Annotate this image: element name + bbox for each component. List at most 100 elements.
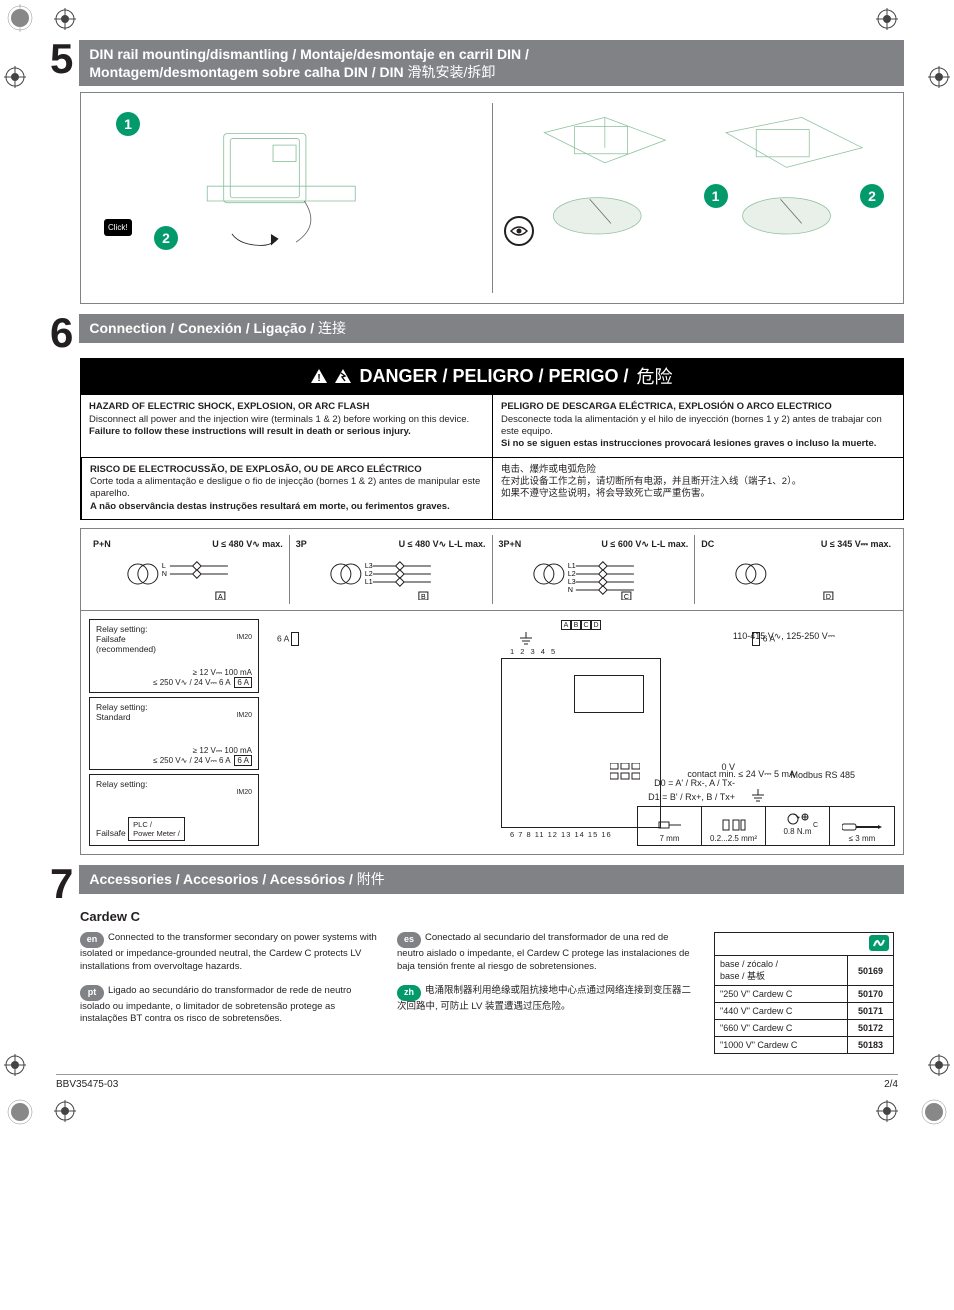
relay-sub: Failsafe — [96, 634, 126, 644]
relay-box-failsafe-rec: Relay setting: Failsafe IM20 (recommende… — [89, 619, 259, 693]
eye-icon — [504, 216, 534, 246]
acc-ref: 50169 — [848, 956, 894, 986]
relay-box-failsafe: Relay setting: Failsafe IM20 PLC / Power… — [89, 774, 259, 846]
wiring-rating: U ≤ 480 V∿ L-L max. — [399, 539, 486, 550]
danger-en-foot: Failure to follow these instructions wil… — [89, 426, 411, 437]
warning-triangle-icon: ! — [311, 369, 327, 383]
tool-value: 7 mm — [660, 834, 680, 843]
mount-illustration-left: 1 Click! 2 — [91, 103, 472, 253]
tool-strip-length: 7 mm — [638, 807, 702, 845]
svg-text:L3: L3 — [567, 579, 575, 586]
lang-badge-es: es — [397, 932, 421, 948]
danger-grid: HAZARD OF ELECTRIC SHOCK, EXPLOSION, OR … — [80, 394, 904, 520]
svg-text:L1: L1 — [567, 563, 575, 570]
title-zh: 滑轨安装/拆卸 — [408, 64, 496, 80]
wiring-col: 3PU ≤ 480 V∿ L-L max. L3L2L1 B — [290, 535, 493, 604]
lang-badge-pt: pt — [80, 985, 104, 1001]
tool-screwdriver: ≤ 3 mm — [830, 807, 894, 845]
plc-label: PLC / Power Meter / — [128, 817, 185, 841]
title-text: Accessories / Accesorios / Acessórios / — [89, 871, 356, 887]
relay-title: Relay setting: — [96, 702, 148, 712]
danger-es-foot: Si no se siguen estas instrucciones prov… — [501, 438, 876, 449]
relay-sub: Failsafe — [96, 828, 126, 838]
printer-mark-register — [54, 1100, 76, 1122]
acc-name: "250 V" Cardew C — [715, 986, 848, 1003]
printer-mark-register — [54, 8, 76, 30]
wiring-rating: U ≤ 480 V∿ max. — [212, 539, 283, 550]
printer-mark-register — [928, 1054, 950, 1076]
section-number: 5 — [50, 40, 73, 78]
mount-illustration-row: 1 Click! 2 — [80, 92, 904, 304]
wiring-label: 3P+N — [499, 539, 522, 550]
tool-strip: 7 mm 0.2...2.5 mm² 0.8 N.m C ≤ 3 mm — [637, 806, 895, 846]
mount-right-cell: 1 2 — [492, 103, 894, 293]
device-area: ABCD 6 A 6 A 110-415 V∿, 125-250 V⎓ 1 2 … — [267, 619, 895, 847]
wiring-col: 3P+NU ≤ 600 V∿ L-L max. L1L2L3N C — [493, 535, 696, 604]
danger-pt-head: RISCO DE ELECTROCUSSÃO, DE EXPLOSÃO, OU … — [90, 464, 422, 475]
danger-en-head: HAZARD OF ELECTRIC SHOCK, EXPLOSION, OR … — [89, 401, 369, 412]
table-row: "660 V" Cardew C50172 — [715, 1020, 894, 1037]
danger-en-body: Disconnect all power and the injection w… — [89, 414, 469, 425]
lang-badge-en: en — [80, 932, 104, 948]
wiring-label: DC — [701, 539, 714, 550]
keypad-icon — [610, 763, 640, 783]
title-line2: Montagem/desmontagem sobre calha DIN / D… — [89, 64, 407, 80]
section-title: DIN rail mounting/dismantling / Montaje/… — [79, 40, 904, 86]
wiring-rating: U ≤ 345 V⎓ max. — [821, 539, 891, 550]
accessory-table-col: base / zócalo / base / 基板50169"250 V" Ca… — [714, 932, 904, 1054]
danger-bar: ! DANGER / PELIGRO / PERIGO / 危险 — [80, 358, 904, 394]
table-row: "250 V" Cardew C50170 — [715, 986, 894, 1003]
acc-name: "1000 V" Cardew C — [715, 1037, 848, 1054]
acc-ref: 50172 — [848, 1020, 894, 1037]
danger-zh-foot: 如果不遵守这些说明，将会导致死亡或严重伤害。 — [501, 488, 710, 499]
danger-title-zh: 危险 — [637, 363, 673, 389]
supply-label: 110-415 V∿, 125-250 V⎓ — [733, 631, 835, 642]
title-text: Connection / Conexión / Ligação / — [89, 320, 318, 336]
svg-text:L: L — [162, 563, 166, 570]
doc-id: BBV35475-03 — [56, 1079, 118, 1090]
click-badge: Click! — [104, 219, 132, 236]
tool-wire-area: 0.2...2.5 mm² — [702, 807, 766, 845]
torque-icon — [785, 809, 811, 827]
sq-label: C — [581, 620, 591, 630]
terminals-bottom: 6 7 8 11 12 13 14 15 16 — [510, 830, 612, 839]
section-title: Accessories / Accesorios / Acessórios / … — [79, 865, 904, 893]
earth-icon — [751, 789, 765, 803]
danger-zh-body: 在对此设备工作之前，请切断所有电源，并且断开注入线（端子1、2）。 — [501, 476, 801, 487]
screwdriver-icon — [842, 820, 882, 834]
svg-text:!: ! — [318, 373, 321, 383]
printer-mark-register — [876, 8, 898, 30]
relay-spec: ≤ 250 V∿ / 24 V⎓ 6 A — [153, 756, 230, 765]
danger-es-body: Desconecte toda la alimentación y el hil… — [501, 414, 882, 437]
svg-text:N: N — [567, 587, 572, 594]
schneider-logo-icon — [869, 935, 889, 951]
acc-name: "660 V" Cardew C — [715, 1020, 848, 1037]
svg-text:N: N — [162, 571, 167, 578]
printer-mark-register — [4, 1054, 26, 1076]
d0-label: D0 = A' / Rx-, A / Tx- — [654, 778, 735, 788]
earth-icon — [519, 632, 533, 646]
danger-cell-en: HAZARD OF ELECTRIC SHOCK, EXPLOSION, OR … — [81, 395, 492, 456]
mount-illustration-right: 1 2 — [513, 103, 894, 253]
svg-text:A: A — [218, 594, 223, 600]
tool-strip-wrapper: 7 mm 0.2...2.5 mm² 0.8 N.m C ≤ 3 mm — [637, 806, 895, 846]
accessory-title: Cardew C — [80, 909, 904, 924]
printer-mark-corner — [920, 1098, 948, 1126]
svg-text:C: C — [623, 594, 628, 600]
wire-strip-icon — [657, 816, 683, 834]
wiring-col: DCU ≤ 345 V⎓ max. D — [695, 535, 897, 604]
wiring-label: 3P — [296, 539, 307, 550]
tool-value: 0.2...2.5 mm² — [710, 834, 757, 843]
printer-mark-register — [876, 1100, 898, 1122]
wire-area-icon — [721, 816, 747, 834]
relay-boxes: Relay setting: Failsafe IM20 (recommende… — [89, 619, 259, 847]
wiring-rating: U ≤ 600 V∿ L-L max. — [601, 539, 688, 550]
accessory-col-left: enConnected to the transformer secondary… — [80, 932, 381, 1054]
tool-value: ≤ 3 mm — [849, 834, 876, 843]
section-6: 6 Connection / Conexión / Ligação / 连接 !… — [50, 314, 904, 855]
printer-mark-corner — [6, 1098, 34, 1126]
d1-label: D1 = B' / Rx+, B / Tx+ — [648, 792, 735, 802]
accessory-col-mid: esConectado al secundario del transforma… — [397, 932, 698, 1054]
fuse-6a-label: 6 A — [234, 677, 252, 688]
device-outline: 1 2 3 4 5 6 7 8 11 12 13 14 15 16 — [501, 658, 661, 828]
